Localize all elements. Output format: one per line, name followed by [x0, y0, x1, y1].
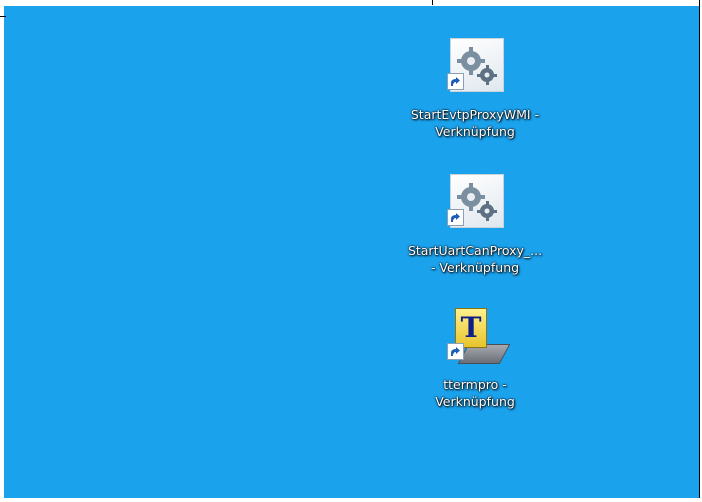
desktop-icon-startuartcanproxy[interactable]: StartUartCanProxy_... - Verknüpfung: [395, 174, 555, 276]
teraterm-icon: T: [443, 308, 511, 368]
desktop-icon-ttermpro[interactable]: T ttermpro - Verknüpfung: [395, 308, 555, 410]
desktop-icon-label: ttermpro - Verknüpfung: [435, 377, 515, 409]
desktop-icon-label: StartUartCanProxy_... - Verknüpfung: [407, 243, 543, 275]
desktop-icon-label: StartEvtpProxyWMI - Verknüpfung: [410, 107, 540, 139]
crop-mark: [432, 0, 433, 5]
window-edge-bottom: [0, 498, 702, 502]
crop-mark: [0, 16, 6, 17]
shortcut-arrow-icon: [447, 209, 464, 226]
screenshot-frame: StartEvtpProxyWMI - Verknüpfung StartUar…: [0, 0, 702, 502]
shortcut-arrow-icon: [447, 343, 464, 360]
teraterm-t-icon: T: [455, 308, 487, 348]
gear-config-icon: [443, 174, 507, 234]
shortcut-arrow-icon: [447, 73, 464, 90]
desktop[interactable]: StartEvtpProxyWMI - Verknüpfung StartUar…: [4, 6, 700, 498]
desktop-icon-startevtpproxywmi[interactable]: StartEvtpProxyWMI - Verknüpfung: [395, 38, 555, 140]
gear-config-icon: [443, 38, 507, 98]
